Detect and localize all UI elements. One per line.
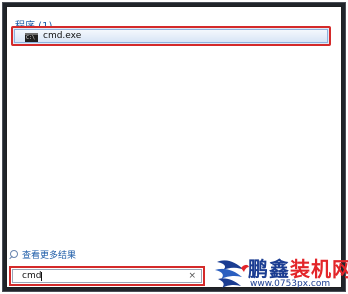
search-input[interactable]: cmd × bbox=[12, 269, 202, 283]
start-menu-results-panel: 程序 (1) bbox=[6, 6, 342, 288]
see-more-results-link[interactable]: 查看更多结果 bbox=[10, 247, 76, 261]
see-more-results-label: 查看更多结果 bbox=[22, 250, 77, 261]
watermark-url: www.0753px.com bbox=[250, 279, 331, 289]
watermark-brand-main: 鹏鑫 bbox=[248, 257, 290, 281]
clear-search-button[interactable]: × bbox=[188, 270, 196, 282]
watermark-brand-accent: 装机网 bbox=[290, 257, 348, 281]
bird-logo-icon bbox=[215, 260, 249, 288]
result-item-cmd[interactable]: C:\ cmd.exe bbox=[14, 29, 328, 43]
search-value: cmd bbox=[22, 271, 42, 281]
search-icon bbox=[10, 250, 18, 258]
cmd-icon: C:\ bbox=[25, 33, 38, 42]
watermark-brand: 鹏鑫装机网 bbox=[248, 253, 348, 282]
result-label: cmd.exe bbox=[43, 31, 82, 41]
watermark-logo: 鹏鑫装机网 www.0753px.com bbox=[214, 252, 348, 294]
text-caret bbox=[41, 272, 42, 281]
